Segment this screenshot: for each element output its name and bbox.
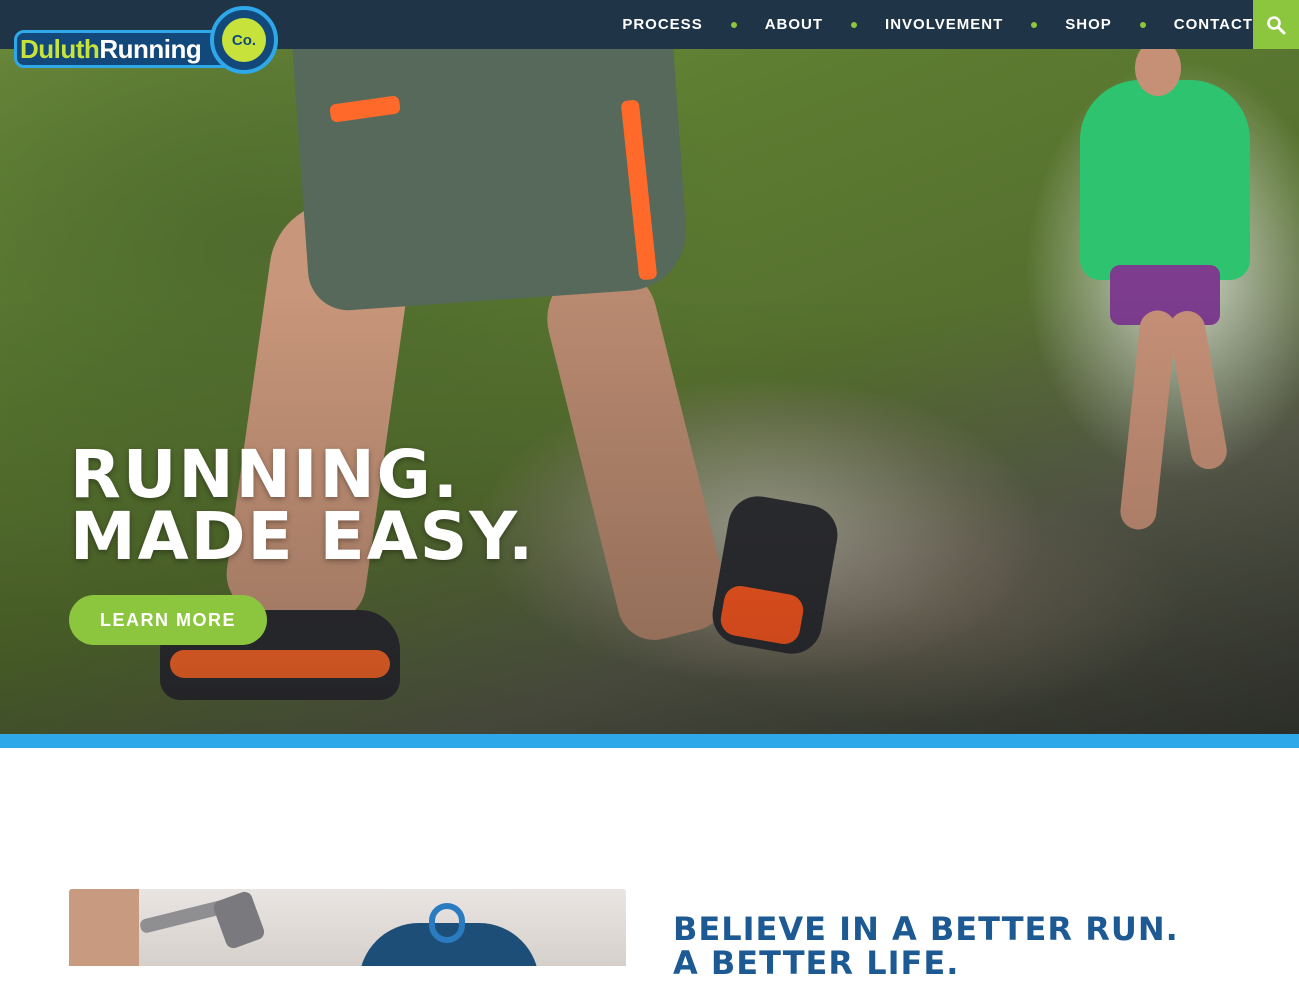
logo-wordmark: DuluthRunning xyxy=(20,34,202,65)
main-menu: PROCESS ABOUT INVOLVEMENT SHOP CONTACT xyxy=(622,0,1253,49)
feature-image xyxy=(69,889,626,966)
nav-item-process[interactable]: PROCESS xyxy=(622,16,702,33)
site-logo[interactable]: DuluthRunning Co. xyxy=(14,6,278,74)
accent-divider xyxy=(0,734,1299,748)
nav-item-contact[interactable]: CONTACT xyxy=(1174,16,1253,33)
logo-word-running: Running xyxy=(99,34,202,64)
hero-headline-line1: RUNNING. xyxy=(70,436,460,513)
nav-item-about[interactable]: ABOUT xyxy=(765,16,823,33)
hero-headline-line2: MADE EASY. xyxy=(70,498,536,575)
nav-separator-dot xyxy=(730,21,737,28)
section-heading: BELIEVE IN A BETTER RUN. A BETTER LIFE. xyxy=(673,912,1179,980)
nav-item-shop[interactable]: SHOP xyxy=(1065,16,1112,33)
nav-separator-dot xyxy=(851,21,858,28)
section-heading-line2: A BETTER LIFE. xyxy=(673,944,960,982)
nav-separator-dot xyxy=(1031,21,1038,28)
image-arm xyxy=(69,889,139,966)
image-shoe-loop xyxy=(429,903,465,943)
search-button[interactable] xyxy=(1253,0,1299,49)
learn-more-button[interactable]: LEARN MORE xyxy=(69,595,267,645)
image-equipment-clamp xyxy=(211,889,267,951)
nav-separator-dot xyxy=(1139,21,1146,28)
hero-banner: RUNNING. MADE EASY. LEARN MORE xyxy=(0,0,1299,734)
section-heading-line1: BELIEVE IN A BETTER RUN. xyxy=(673,910,1179,948)
nav-item-involvement[interactable]: INVOLVEMENT xyxy=(885,16,1003,33)
logo-word-duluth: Duluth xyxy=(20,34,100,64)
logo-badge: Co. xyxy=(222,18,266,62)
hero-headline: RUNNING. MADE EASY. xyxy=(70,436,536,575)
search-icon xyxy=(1267,15,1286,34)
